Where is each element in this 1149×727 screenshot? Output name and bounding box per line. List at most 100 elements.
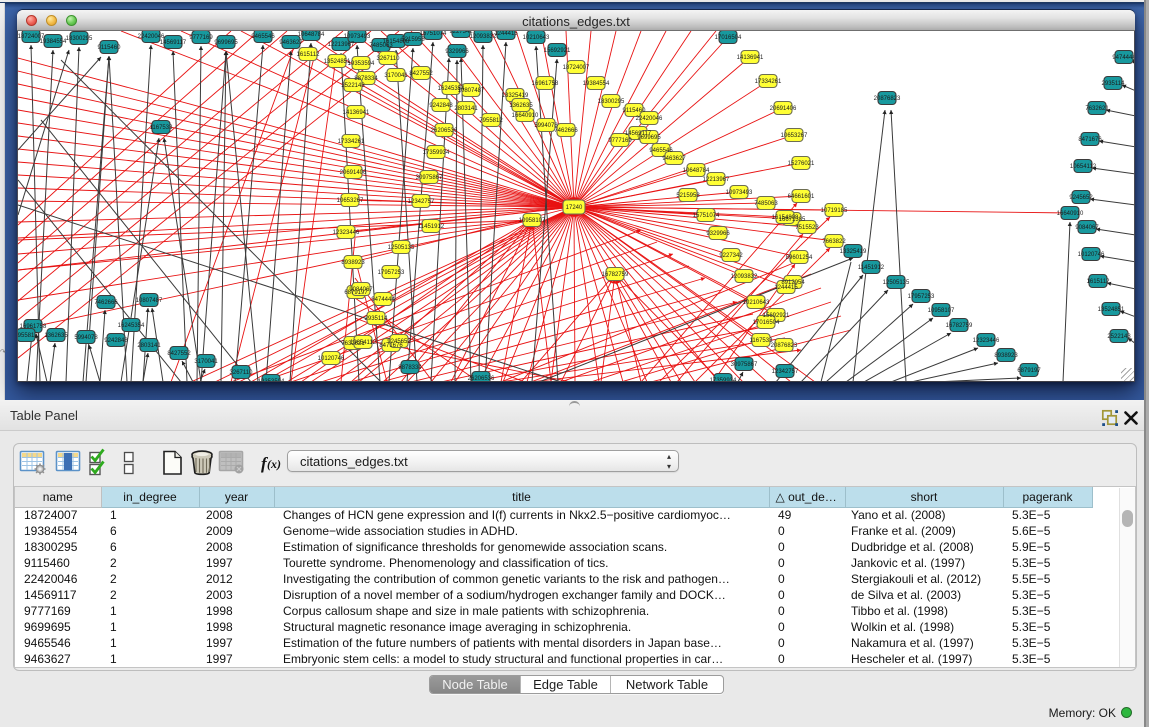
svg-text:9227342: 9227342	[719, 253, 743, 259]
svg-text:19353594: 19353594	[348, 61, 375, 67]
svg-text:18300295: 18300295	[598, 99, 625, 105]
svg-text:26206536: 26206536	[431, 128, 458, 134]
svg-text:9242848: 9242848	[429, 103, 453, 109]
svg-text:2522143: 2522143	[1107, 334, 1131, 340]
svg-text:9465546: 9465546	[251, 34, 275, 40]
svg-text:20691406: 20691406	[770, 106, 797, 112]
svg-text:10958107: 10958107	[519, 218, 546, 224]
svg-text:13325419: 13325419	[502, 93, 529, 99]
svg-text:9777169: 9777169	[608, 138, 632, 144]
svg-text:13325419: 13325419	[840, 249, 867, 255]
svg-text:18300295: 18300295	[66, 36, 93, 42]
svg-text:8878334: 8878334	[354, 76, 378, 82]
svg-text:11451912: 11451912	[418, 224, 445, 230]
svg-text:2935114: 2935114	[1102, 81, 1126, 87]
svg-text:9465546: 9465546	[649, 148, 673, 154]
svg-text:12323446: 12323446	[333, 230, 360, 236]
svg-text:9329966: 9329966	[445, 49, 469, 55]
svg-text:14136941: 14136941	[343, 110, 370, 116]
svg-text:17359934: 17359934	[423, 150, 450, 156]
svg-text:5215958: 5215958	[676, 193, 700, 199]
svg-text:3170041: 3170041	[384, 73, 408, 79]
svg-text:7462666: 7462666	[94, 300, 118, 306]
svg-text:16961758: 16961758	[532, 81, 559, 87]
svg-text:17957253: 17957253	[908, 294, 935, 300]
svg-text:10807487: 10807487	[458, 88, 485, 94]
svg-text:89601254: 89601254	[786, 255, 813, 261]
svg-text:7462666: 7462666	[554, 128, 578, 134]
svg-text:(x): (x)	[267, 457, 281, 471]
svg-text:7632621: 7632621	[1085, 106, 1109, 112]
svg-text:19384554: 19384554	[583, 81, 610, 87]
svg-text:9084067: 9084067	[349, 287, 373, 293]
svg-text:16961758: 16961758	[20, 324, 47, 330]
svg-text:9115460: 9115460	[98, 45, 122, 51]
svg-text:10973493: 10973493	[344, 34, 371, 40]
svg-text:3267110: 3267110	[230, 370, 254, 376]
svg-text:12093832: 12093832	[731, 274, 758, 280]
svg-text:10958107: 10958107	[928, 308, 955, 314]
svg-text:10120746: 10120746	[1078, 252, 1105, 258]
svg-text:20876823: 20876823	[874, 96, 901, 102]
svg-text:10654112: 10654112	[350, 340, 377, 346]
svg-text:12342757: 12342757	[772, 369, 799, 375]
svg-text:17240: 17240	[566, 205, 583, 211]
svg-text:1362635: 1362635	[44, 333, 68, 339]
svg-text:9474444: 9474444	[1112, 55, 1135, 61]
svg-text:8471676: 8471676	[1078, 137, 1102, 143]
svg-text:15692921: 15692921	[763, 313, 790, 319]
svg-text:16782759: 16782759	[946, 323, 973, 329]
svg-text:15692921: 15692921	[544, 48, 571, 54]
svg-text:10648784: 10648784	[683, 168, 710, 174]
svg-text:19384554: 19384554	[40, 39, 67, 45]
svg-text:11451912: 11451912	[858, 265, 885, 271]
svg-text:7515523: 7515523	[795, 225, 819, 231]
svg-text:14569117: 14569117	[160, 40, 187, 46]
svg-text:1167533: 1167533	[150, 125, 174, 131]
svg-text:12213967: 12213967	[703, 177, 730, 183]
svg-text:13524851: 13524851	[324, 59, 351, 65]
svg-text:2935114: 2935114	[365, 316, 389, 322]
svg-text:7485063: 7485063	[754, 201, 778, 207]
svg-text:15751074: 15751074	[693, 213, 720, 219]
svg-text:19353594: 19353594	[258, 379, 285, 382]
svg-text:13524851: 13524851	[1098, 307, 1125, 313]
svg-text:1167533: 1167533	[750, 338, 774, 344]
svg-text:10210643: 10210643	[743, 300, 770, 306]
svg-text:9463627: 9463627	[279, 40, 303, 46]
svg-text:18724007: 18724007	[563, 65, 590, 71]
svg-text:12505135: 12505135	[883, 280, 910, 286]
svg-text:9329966: 9329966	[706, 231, 730, 237]
svg-text:10807487: 10807487	[136, 298, 163, 304]
svg-text:17016504: 17016504	[715, 35, 742, 41]
svg-text:6879197: 6879197	[1017, 368, 1041, 374]
svg-text:16640910: 16640910	[1057, 211, 1084, 217]
svg-text:10653267: 10653267	[337, 198, 364, 204]
svg-text:26206536: 26206536	[468, 376, 495, 382]
svg-text:2522143: 2522143	[341, 83, 365, 89]
svg-text:20876823: 20876823	[771, 343, 798, 349]
svg-text:12505135: 12505135	[388, 245, 415, 251]
svg-text:9245652: 9245652	[387, 339, 411, 345]
svg-text:16782759: 16782759	[602, 272, 629, 278]
svg-text:12323446: 12323446	[973, 338, 1000, 344]
svg-text:17016504: 17016504	[753, 320, 780, 326]
svg-text:20691406: 20691406	[340, 170, 367, 176]
svg-text:10654112: 10654112	[1070, 164, 1097, 170]
svg-text:5215958: 5215958	[401, 37, 425, 43]
svg-text:15751074: 15751074	[420, 31, 447, 37]
svg-text:12342757: 12342757	[408, 199, 435, 205]
svg-text:3267110: 3267110	[377, 56, 401, 62]
svg-text:1244415: 1244415	[494, 31, 518, 37]
svg-text:30975867: 30975867	[731, 362, 758, 368]
svg-text:8427552: 8427552	[167, 351, 191, 357]
svg-text:2803141: 2803141	[454, 106, 478, 112]
svg-text:5994078: 5994078	[74, 335, 98, 341]
svg-text:7955812: 7955812	[479, 118, 503, 124]
svg-text:64661601: 64661601	[788, 194, 815, 200]
svg-text:9699695: 9699695	[637, 135, 661, 141]
svg-text:3170041: 3170041	[194, 359, 218, 365]
svg-text:9463627: 9463627	[662, 156, 686, 162]
svg-text:9474444: 9474444	[371, 297, 395, 303]
svg-text:9699695: 9699695	[214, 40, 238, 46]
